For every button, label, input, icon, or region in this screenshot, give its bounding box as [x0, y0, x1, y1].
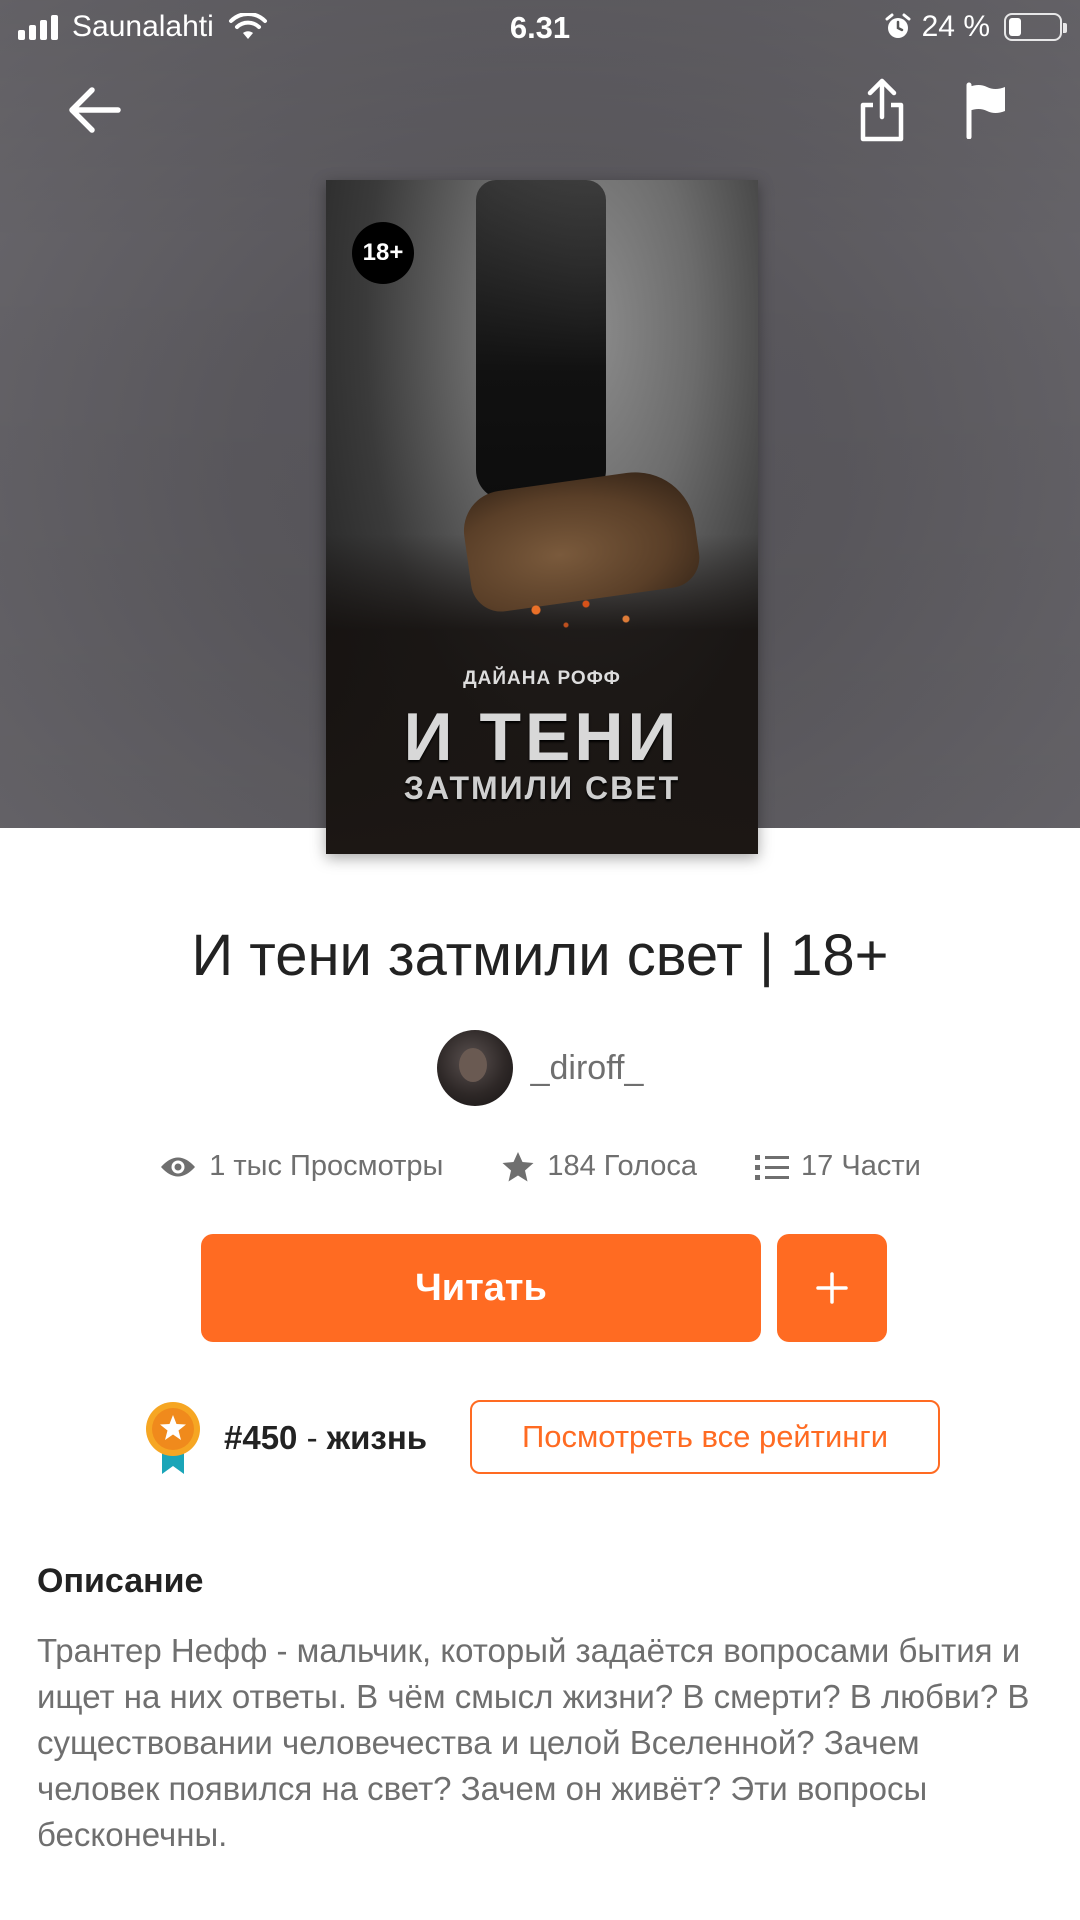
cover-embers [476, 580, 676, 640]
medal-icon [146, 1402, 200, 1474]
share-icon [860, 78, 904, 142]
share-button[interactable] [846, 74, 918, 146]
stat-views: 1 тыс Просмотры [159, 1150, 443, 1183]
back-button[interactable] [58, 74, 130, 146]
cover-age-badge: 18+ [352, 222, 414, 284]
story-title: И тени затмили свет | 18+ [191, 923, 889, 988]
star-icon [502, 1151, 534, 1181]
view-all-ratings-button[interactable]: Посмотреть все рейтинги [470, 1400, 940, 1474]
battery-level [1009, 18, 1021, 36]
list-icon [755, 1154, 790, 1180]
cover-author: ДАЙАНА РОФФ [463, 668, 621, 689]
alarm-icon [885, 13, 911, 38]
stat-parts-label: 17 Части [801, 1150, 921, 1182]
battery-icon [1004, 13, 1067, 41]
description-heading: Описание [37, 1562, 204, 1600]
author-name: _diroff_ [530, 1048, 644, 1087]
story-cover[interactable]: 18+ ДАЙАНА РОФФ И ТЕНИ ЗАТМИЛИ СВЕТ [326, 180, 758, 854]
stat-votes: 184 Голоса [501, 1150, 697, 1183]
rank-tag: жизнь [326, 1419, 428, 1456]
status-bar: Saunalahti 6.31 24 % [0, 0, 1080, 56]
battery-percent: 24 % [921, 10, 990, 43]
cover-title-line1: И ТЕНИ [403, 699, 681, 775]
cover-figure [476, 180, 606, 500]
plus-icon [816, 1272, 848, 1304]
rank-number: #450 [224, 1419, 298, 1456]
stat-views-label: 1 тыс Просмотры [209, 1150, 444, 1182]
rank-separator: - [297, 1419, 327, 1456]
arrow-left-icon [69, 87, 121, 133]
add-to-library-button[interactable] [777, 1234, 887, 1342]
eye-icon [161, 1157, 196, 1176]
author-link[interactable]: _diroff_ [0, 1030, 1080, 1106]
avatar [436, 1030, 513, 1106]
story-stats: 1 тыс Просмотры 184 Голоса 17 Части [0, 1150, 1080, 1183]
cover-title-line2: ЗАТМИЛИ СВЕТ [403, 770, 681, 806]
stat-parts: 17 Части [755, 1150, 921, 1183]
report-button[interactable] [950, 74, 1022, 146]
status-right: 24 % [884, 10, 1067, 44]
stat-votes-label: 184 Голоса [547, 1150, 698, 1182]
read-button[interactable]: Читать [201, 1234, 761, 1342]
rank-text: #450 - жизнь [224, 1419, 427, 1457]
ranking-row[interactable]: #450 - жизнь [144, 1400, 427, 1476]
description-text: Трантер Нефф - мальчик, который задаётся… [37, 1632, 1030, 1853]
flag-icon [966, 82, 1005, 139]
